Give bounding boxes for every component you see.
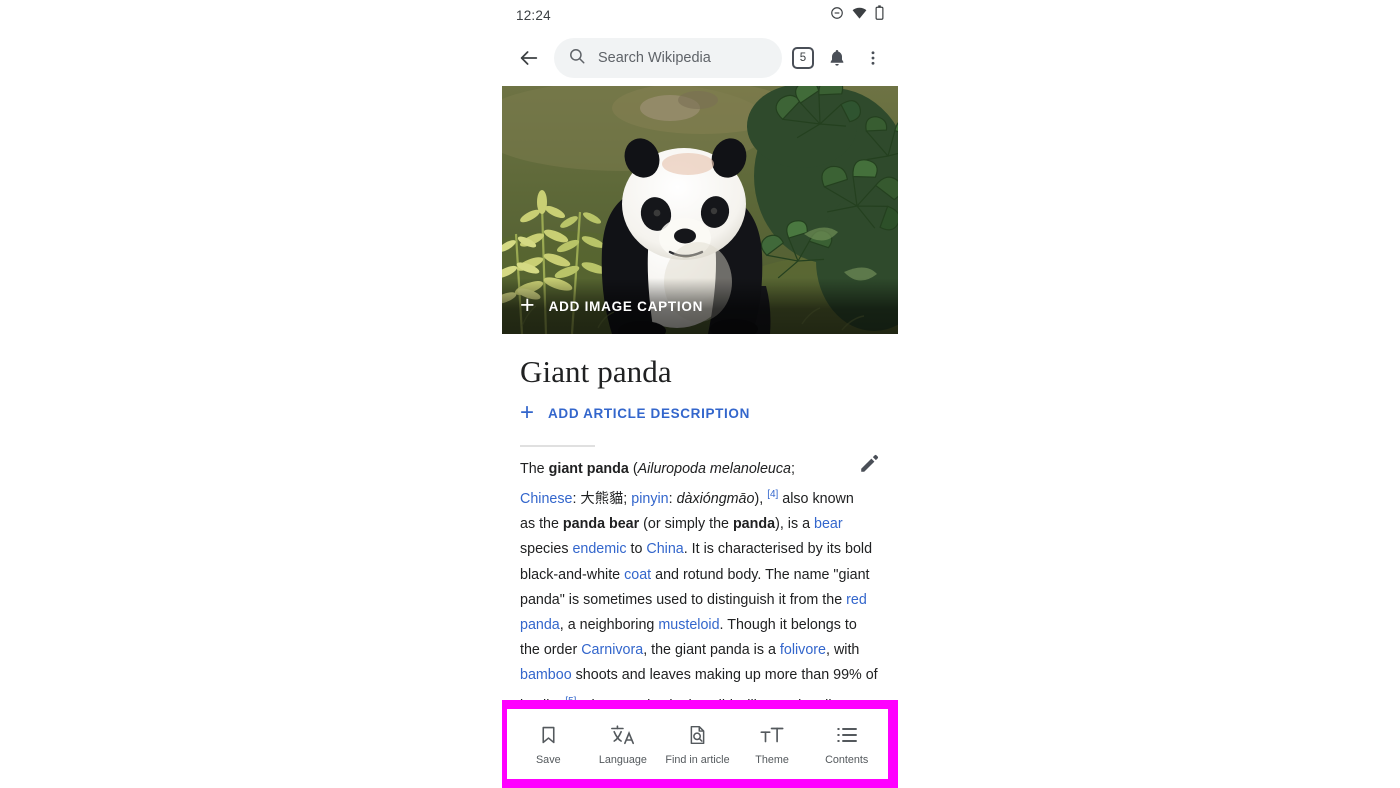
para-text: , the giant panda is a bbox=[643, 642, 780, 659]
status-bar: 12:24 bbox=[502, 0, 898, 30]
link-endemic[interactable]: endemic bbox=[572, 541, 626, 557]
bell-icon[interactable] bbox=[824, 45, 850, 71]
battery-icon bbox=[875, 5, 884, 25]
para-text: to bbox=[626, 541, 647, 558]
para-bold: giant panda bbox=[548, 461, 629, 477]
pencil-edit-icon[interactable] bbox=[858, 453, 880, 475]
lead-paragraph: The giant panda (Ailuropoda melanoleuca;… bbox=[520, 455, 880, 719]
para-text: , with bbox=[826, 642, 860, 659]
link-coat[interactable]: coat bbox=[624, 567, 651, 583]
navigation-bar: Search Wikipedia 5 bbox=[502, 30, 898, 86]
para-bold: panda bear bbox=[562, 516, 640, 533]
link-chinese[interactable]: Chinese bbox=[520, 491, 572, 507]
link-bear[interactable]: bear bbox=[814, 516, 843, 532]
para-text: ; bbox=[790, 461, 795, 477]
add-article-description-button[interactable]: + ADD ARTICLE DESCRIPTION bbox=[520, 401, 880, 425]
add-article-description-label: ADD ARTICLE DESCRIPTION bbox=[548, 405, 750, 421]
para-italic: Ailuropoda melanoleuca bbox=[637, 461, 791, 477]
lead-image[interactable]: + ADD IMAGE CAPTION bbox=[502, 86, 898, 334]
para-text: ), bbox=[754, 490, 768, 507]
translate-icon bbox=[610, 723, 636, 747]
toolbar-label: Theme bbox=[755, 753, 789, 766]
find-in-page-icon bbox=[687, 723, 708, 747]
para-text: (or simply the bbox=[639, 516, 733, 533]
toolbar-label: Language bbox=[598, 753, 647, 766]
search-icon bbox=[568, 47, 586, 70]
add-image-caption-button[interactable]: + ADD IMAGE CAPTION bbox=[502, 278, 898, 334]
plus-icon: + bbox=[520, 399, 535, 426]
search-placeholder: Search Wikipedia bbox=[598, 50, 711, 66]
link-musteloid[interactable]: musteloid bbox=[658, 617, 719, 633]
toolbar-highlight-box: Save Language Find in article Theme Cont… bbox=[502, 700, 898, 788]
section-divider bbox=[520, 445, 595, 447]
para-bold: panda bbox=[732, 516, 776, 533]
toolbar-label: Find in article bbox=[665, 753, 730, 766]
plus-icon: + bbox=[520, 290, 535, 319]
para-text: , a neighboring bbox=[559, 616, 659, 633]
article-bottom-toolbar: Save Language Find in article Theme Cont… bbox=[507, 709, 888, 779]
link-folivore[interactable]: folivore bbox=[780, 642, 826, 658]
phone-viewport: 12:24 Search Wikipedia 5 + ADD IMAGE CAP… bbox=[502, 0, 898, 788]
do-not-disturb-icon bbox=[830, 6, 844, 25]
back-arrow-icon[interactable] bbox=[514, 43, 544, 73]
toolbar-item-save[interactable]: Save bbox=[511, 723, 586, 766]
toolbar-item-language[interactable]: Language bbox=[586, 723, 661, 766]
para-text: : 大熊貓; bbox=[572, 490, 632, 507]
toolbar-label: Save bbox=[535, 753, 561, 766]
para-italic: dàxióngmāo bbox=[676, 490, 755, 507]
para-text: : bbox=[668, 490, 677, 507]
more-vertical-icon[interactable] bbox=[860, 45, 886, 71]
toolbar-label: Contents bbox=[825, 753, 869, 766]
link-carnivora[interactable]: Carnivora bbox=[581, 642, 643, 658]
status-icons bbox=[830, 5, 884, 25]
reference-4[interactable]: [4] bbox=[767, 489, 778, 500]
para-text: The bbox=[520, 461, 549, 477]
link-pinyin[interactable]: pinyin bbox=[631, 491, 668, 507]
text-size-icon bbox=[759, 723, 785, 747]
wifi-icon bbox=[852, 6, 867, 25]
toolbar-item-theme[interactable]: Theme bbox=[735, 723, 810, 766]
status-time: 12:24 bbox=[516, 7, 551, 23]
article-content: Giant panda + ADD ARTICLE DESCRIPTION Th… bbox=[502, 354, 898, 719]
page-title: Giant panda bbox=[520, 354, 672, 389]
bookmark-icon bbox=[538, 723, 559, 747]
para-text: species bbox=[520, 541, 573, 558]
add-image-caption-label: ADD IMAGE CAPTION bbox=[548, 298, 704, 314]
list-contents-icon bbox=[835, 723, 859, 747]
toolbar-item-find-in-article[interactable]: Find in article bbox=[660, 723, 735, 766]
para-text: ), is a bbox=[775, 516, 814, 533]
para-text: ( bbox=[628, 461, 638, 477]
search-input[interactable]: Search Wikipedia bbox=[554, 38, 782, 78]
link-bamboo[interactable]: bamboo bbox=[520, 667, 572, 683]
tab-count-button[interactable]: 5 bbox=[792, 47, 814, 69]
toolbar-item-contents[interactable]: Contents bbox=[809, 723, 884, 766]
link-china[interactable]: China bbox=[646, 541, 683, 557]
